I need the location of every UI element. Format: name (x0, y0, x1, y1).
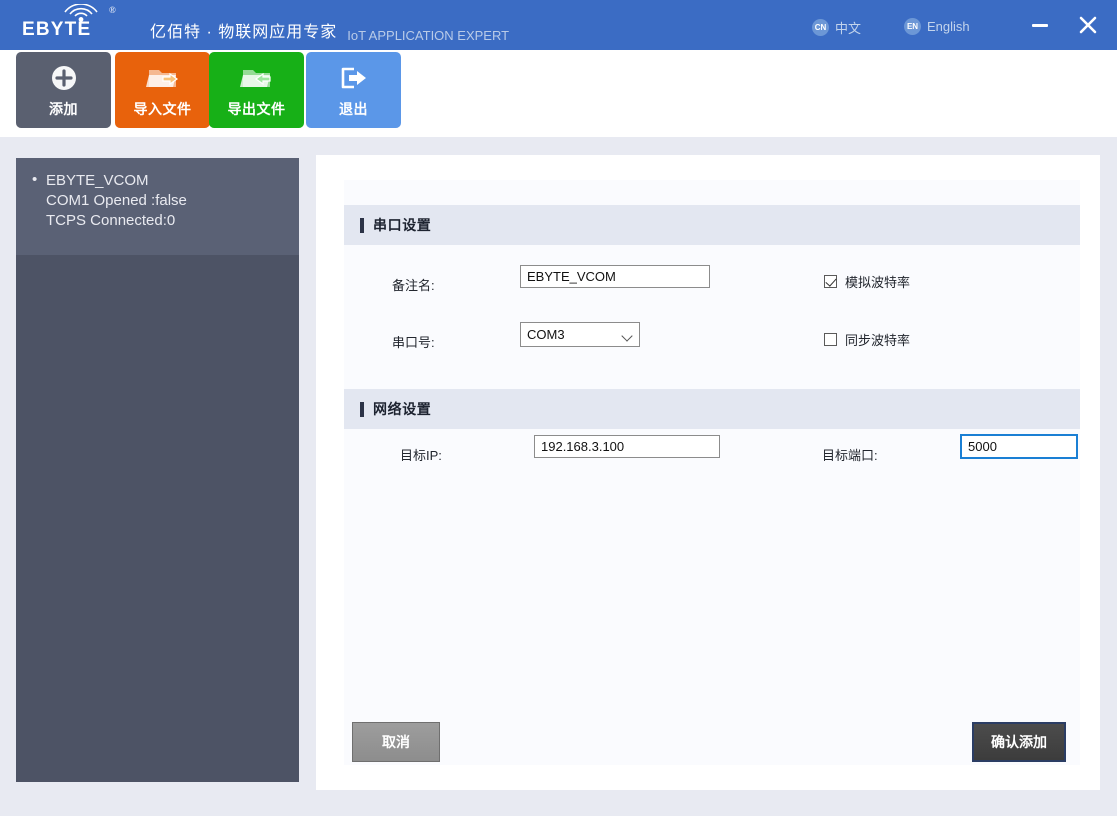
slogan-english: IoT APPLICATION EXPERT (347, 28, 509, 43)
serial-port-label: 串口号: (392, 332, 435, 351)
serial-port-select[interactable]: COM3 (520, 322, 640, 347)
confirm-add-button-label: 确认添加 (991, 732, 1047, 752)
main-content-panel: 串口设置 备注名: 串口号: COM3 模拟波特率 同步波特率 网络设置 目标I… (316, 155, 1100, 790)
exit-button-label: 退出 (339, 99, 368, 119)
target-ip-input[interactable] (534, 435, 720, 458)
sim-baud-checkbox[interactable] (824, 275, 837, 288)
sync-baud-checkbox[interactable] (824, 333, 837, 346)
target-port-input[interactable] (960, 434, 1078, 459)
export-file-button[interactable]: 导出文件 (209, 52, 304, 128)
registered-mark: ® (109, 5, 116, 15)
device-tcp-status: TCPS Connected:0 (16, 212, 299, 229)
sim-baud-label: 模拟波特率 (845, 272, 910, 291)
exit-door-icon (338, 61, 370, 95)
language-label-english: English (927, 19, 970, 34)
export-file-button-label: 导出文件 (228, 99, 286, 119)
device-settings-form: 串口设置 备注名: 串口号: COM3 模拟波特率 同步波特率 网络设置 目标I… (344, 180, 1080, 765)
section-accent-bar (360, 402, 364, 417)
device-list-sidebar: EBYTE_VCOM COM1 Opened :false TCPS Conne… (16, 158, 299, 782)
cancel-button-label: 取消 (382, 732, 410, 752)
alias-label: 备注名: (392, 275, 435, 294)
folder-export-icon (240, 61, 274, 95)
confirm-add-button[interactable]: 确认添加 (972, 722, 1066, 762)
sim-baud-checkbox-row[interactable]: 模拟波特率 (824, 272, 910, 291)
list-item[interactable]: EBYTE_VCOM COM1 Opened :false TCPS Conne… (16, 158, 299, 255)
close-button[interactable] (1070, 10, 1106, 40)
ebyte-logo-mark: ® EBYTE (14, 4, 142, 44)
en-badge-icon: EN (904, 18, 921, 35)
device-name-text: EBYTE_VCOM (46, 172, 149, 189)
import-file-button[interactable]: 导入文件 (115, 52, 210, 128)
add-button[interactable]: 添加 (16, 52, 111, 128)
cancel-button[interactable]: 取消 (352, 722, 440, 762)
slogan-chinese: 亿佰特 · 物联网应用专家 (150, 18, 337, 42)
language-option-chinese[interactable]: CN 中文 (812, 18, 861, 37)
app-logo: ® EBYTE 亿佰特 · 物联网应用专家 IoT APPLICATION EX… (14, 6, 509, 44)
exit-button[interactable]: 退出 (306, 52, 401, 128)
minimize-icon (1032, 24, 1048, 27)
plus-circle-icon (50, 61, 78, 95)
toolbar: 添加 导入文件 导出文件 退出 (0, 50, 1117, 137)
target-ip-label: 目标IP: (400, 445, 442, 464)
section-accent-bar (360, 218, 364, 233)
alias-input[interactable] (520, 265, 710, 288)
brand-wordmark: EBYTE (22, 19, 91, 41)
folder-import-icon (146, 61, 180, 95)
close-icon (1077, 14, 1099, 36)
serial-settings-header: 串口设置 (344, 205, 1080, 245)
add-button-label: 添加 (49, 99, 78, 119)
serial-settings-title: 串口设置 (373, 215, 431, 235)
cn-badge-icon: CN (812, 19, 829, 36)
language-option-english[interactable]: EN English (904, 18, 970, 35)
title-bar: ® EBYTE 亿佰特 · 物联网应用专家 IoT APPLICATION EX… (0, 0, 1117, 50)
device-serial-status: COM1 Opened :false (16, 192, 299, 209)
language-label-chinese: 中文 (835, 18, 861, 37)
network-settings-header: 网络设置 (344, 389, 1080, 429)
minimize-button[interactable] (1022, 12, 1058, 38)
chevron-down-icon (621, 330, 632, 341)
network-settings-title: 网络设置 (373, 399, 431, 419)
serial-port-selected-value: COM3 (527, 327, 565, 342)
device-name: EBYTE_VCOM (16, 172, 299, 189)
import-file-button-label: 导入文件 (134, 99, 192, 119)
sync-baud-label: 同步波特率 (845, 330, 910, 349)
sync-baud-checkbox-row[interactable]: 同步波特率 (824, 330, 910, 349)
target-port-label: 目标端口: (822, 445, 878, 464)
